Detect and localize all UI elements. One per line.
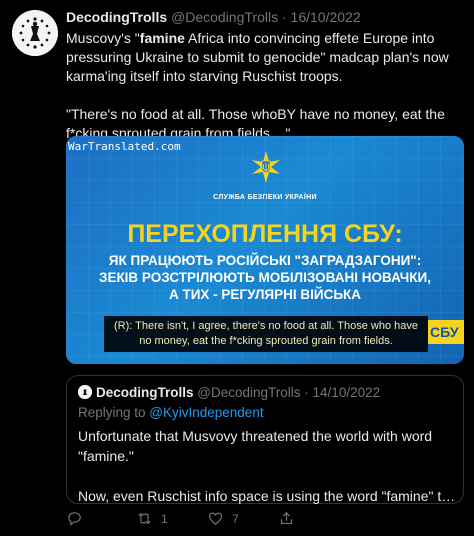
media-subtitle-line-3: А ТИХ - РЕГУЛЯРНІ ВІЙСЬКА (168, 287, 362, 302)
media-subtitle-line-2: ЗЕКІВ РОЗСТРІЛЮЮТЬ МОБІЛІЗОВАНІ НОВАЧКИ, (98, 270, 431, 285)
tweet-date[interactable]: · 16/10/2022 (282, 9, 361, 25)
share-button[interactable] (278, 510, 295, 527)
retweet-count: 1 (161, 511, 168, 526)
quoted-author-avatar (78, 385, 92, 399)
share-icon (280, 511, 293, 525)
quoted-tweet[interactable]: DecodingTrolls @DecodingTrolls · 14/10/2… (66, 375, 464, 504)
quoted-tweet-date: · 14/10/2022 (304, 385, 381, 400)
tweet-text-part-a: Muscovy's " (66, 30, 140, 46)
reply-icon (68, 512, 81, 526)
replying-to-prefix: Replying to (78, 405, 150, 420)
retweet-icon (138, 512, 151, 525)
media-caption: (R): There isn't, I agree, there's no fo… (104, 316, 428, 352)
replying-to-mention[interactable]: @KyivIndependent (149, 405, 263, 420)
tweet-header: DecodingTrolls @DecodingTrolls · 16/10/2… (66, 9, 361, 25)
media-subtitle-line-1: ЯК ПРАЦЮЮТЬ РОСІЙСЬКІ "ЗАГРАДЗАГОНИ": (108, 253, 422, 268)
decoding-trolls-logo (12, 10, 58, 56)
quoted-author-handle: @DecodingTrolls (197, 385, 301, 400)
media-watermark: WarTranslated.com (68, 140, 181, 153)
media-badge: СБУ (428, 320, 464, 344)
quoted-author-name: DecodingTrolls (96, 385, 194, 400)
decoding-trolls-logo-small (78, 385, 92, 399)
retweet-button[interactable]: 1 (136, 510, 168, 527)
sbu-emblem-icon (252, 151, 280, 183)
media-subtitle: ЯК ПРАЦЮЮТЬ РОСІЙСЬКІ "ЗАГРАДЗАГОНИ": ЗЕ… (72, 252, 458, 303)
tweet-paragraph-1: Muscovy's "famine Africa into convincing… (66, 29, 470, 86)
author-handle[interactable]: @DecodingTrolls (171, 9, 278, 25)
like-button[interactable]: 7 (207, 510, 239, 527)
quoted-paragraph-1: Unfortunate that Musvovy threatened the … (78, 428, 433, 464)
replying-to: Replying to @KyivIndependent (78, 405, 264, 420)
quoted-tweet-header: DecodingTrolls @DecodingTrolls · 14/10/2… (96, 385, 380, 400)
like-count: 7 (232, 511, 239, 526)
media-title: ПЕРЕХОПЛЕННЯ СБУ: (127, 220, 403, 248)
reply-button[interactable] (66, 510, 91, 527)
tweet-text-bold: famine (139, 30, 185, 46)
heart-icon (208, 512, 223, 525)
author-name[interactable]: DecodingTrolls (66, 9, 167, 25)
media-agency-label: СЛУЖБА БЕЗПЕКИ УКРАЇНИ (213, 194, 317, 201)
tweet-media-image[interactable]: WarTranslated.com СЛУЖБА БЕЗПЕКИ УКРАЇНИ… (66, 136, 464, 364)
tweet-text: Muscovy's "famine Africa into convincing… (66, 29, 470, 143)
tweet-actions: 1 7 (66, 510, 464, 532)
author-avatar[interactable] (12, 10, 58, 56)
quoted-paragraph-2: Now, even Ruschist info space is using t… (78, 488, 456, 504)
quoted-tweet-text: Unfortunate that Musvovy threatened the … (78, 426, 456, 506)
